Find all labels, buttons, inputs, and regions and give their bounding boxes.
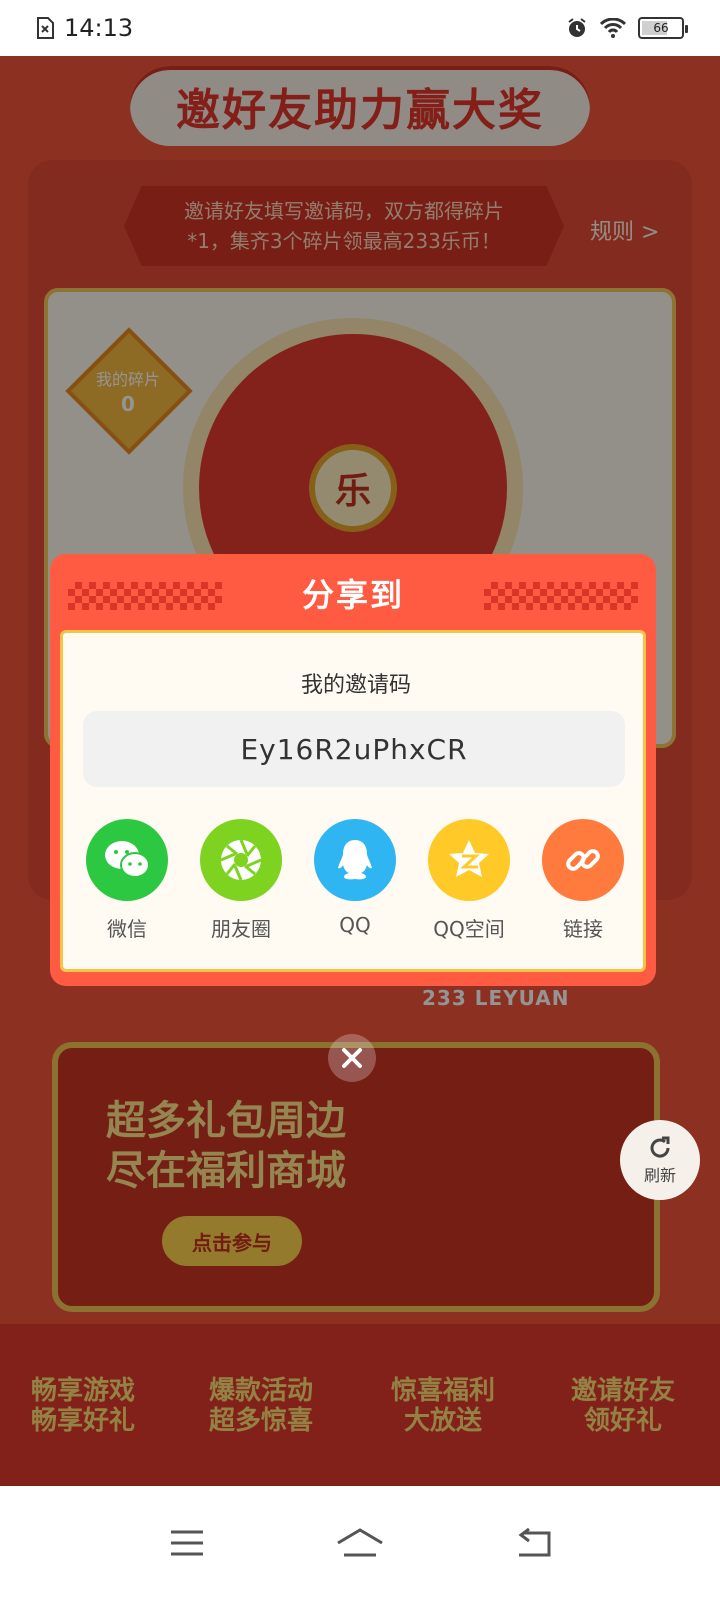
close-button[interactable] (328, 1034, 376, 1082)
share-link[interactable]: 链接 (533, 819, 633, 942)
home-button[interactable] (320, 1513, 400, 1573)
refresh-label: 刷新 (643, 1166, 676, 1185)
dialog-title: 分享到 (301, 576, 404, 614)
share-qzone[interactable]: QQ空间 (419, 819, 519, 942)
back-icon (518, 1527, 551, 1557)
close-icon[interactable] (340, 1046, 364, 1070)
back-button[interactable] (493, 1513, 573, 1573)
qq-icon[interactable] (314, 819, 396, 901)
alarm-icon (568, 18, 586, 37)
battery-text: 66 (653, 21, 669, 35)
share-targets: 微信 朋友圈 QQ QQ空间 链接 (77, 819, 633, 942)
share-qq[interactable]: QQ (305, 819, 405, 942)
wechat-icon[interactable] (86, 819, 168, 901)
qzone-icon[interactable] (428, 819, 510, 901)
battery-icon: 66 (638, 17, 688, 39)
status-left: 14:13 (36, 14, 133, 42)
invite-code-value: Ey16R2uPhxCR (240, 732, 468, 766)
link-icon[interactable] (542, 819, 624, 901)
dialog-body: 我的邀请码 Ey16R2uPhxCR 微信 朋友圈 QQ QQ空间 链接 (60, 630, 646, 972)
share-dialog: 分享到 我的邀请码 Ey16R2uPhxCR 微信 朋友圈 QQ QQ空间 链接 (50, 554, 656, 986)
menu-icon (170, 1530, 203, 1556)
share-label: 朋友圈 (211, 917, 271, 941)
menu-button[interactable] (147, 1513, 227, 1573)
share-label: QQ空间 (433, 917, 505, 941)
status-time: 14:13 (64, 14, 134, 42)
share-label: QQ (339, 913, 371, 937)
invite-code-box[interactable]: Ey16R2uPhxCR (83, 711, 625, 787)
share-wechat[interactable]: 微信 (77, 819, 177, 942)
share-label: 微信 (107, 917, 147, 941)
invite-code-label: 我的邀请码 (300, 673, 411, 698)
share-label: 链接 (563, 917, 603, 941)
refresh-icon (650, 1136, 670, 1158)
refresh-button[interactable]: 刷新 (620, 1120, 700, 1200)
status-bar: 14:13 66 (0, 0, 720, 56)
home-icon (337, 1528, 383, 1557)
sim-icon (37, 17, 54, 39)
navigation-bar (0, 1486, 720, 1600)
moments-icon[interactable] (200, 819, 282, 901)
share-moments[interactable]: 朋友圈 (191, 819, 291, 942)
wifi-icon (600, 18, 626, 38)
status-right: 66 (566, 17, 688, 39)
